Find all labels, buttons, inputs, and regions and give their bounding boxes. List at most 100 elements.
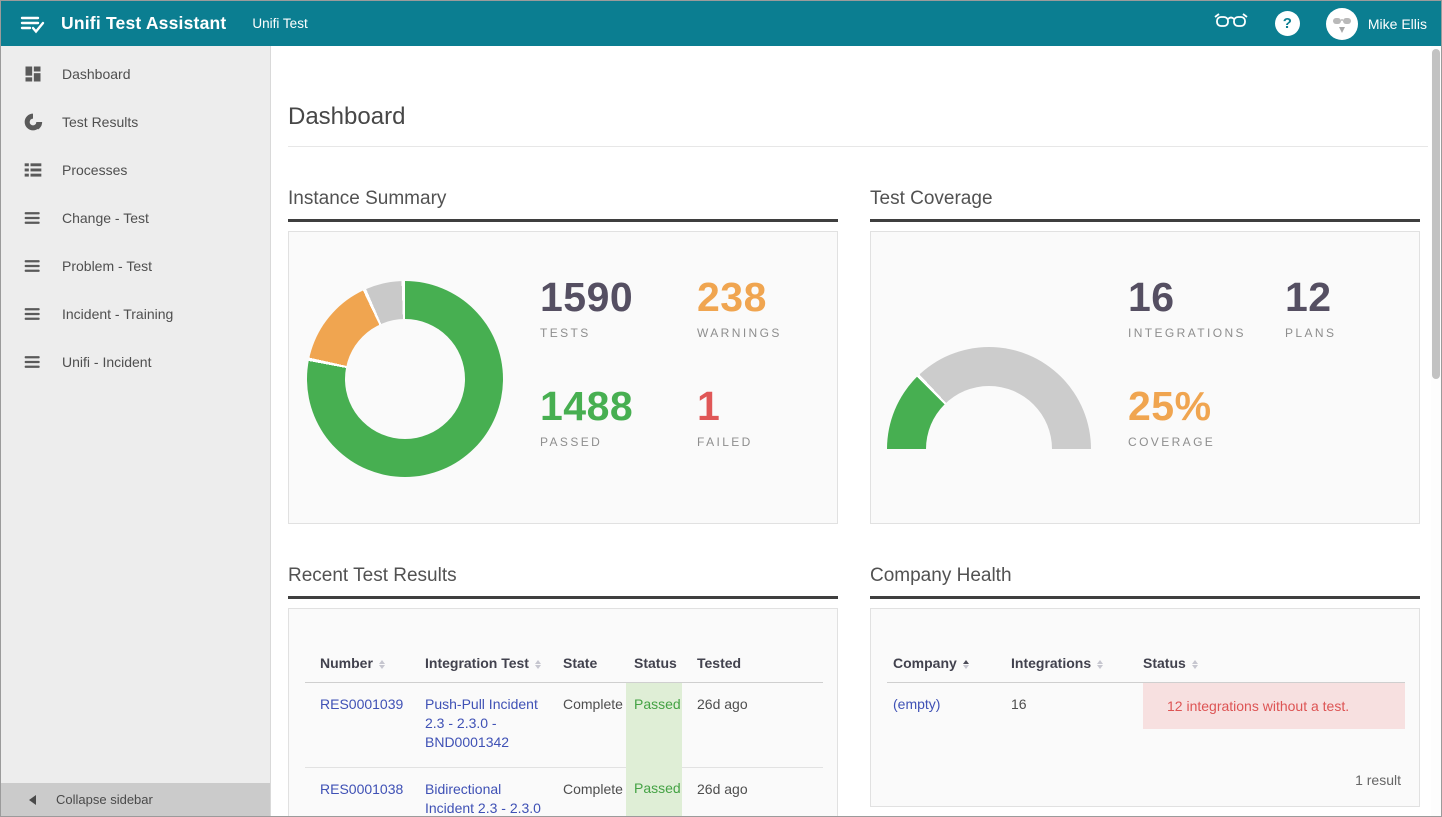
table-row: RES0001038 Bidirectional Incident 2.3 - … — [305, 767, 823, 816]
sidebar-item-unifi-incident[interactable]: Unifi - Incident — [1, 338, 270, 386]
page-title: Dashboard — [288, 102, 1428, 132]
stat-passed-value: 1488 — [540, 383, 697, 429]
sidebar-item-change-test[interactable]: Change - Test — [1, 194, 270, 242]
sort-icon — [1192, 660, 1198, 669]
sidebar-item-test-results[interactable]: Test Results — [1, 98, 270, 146]
sort-icon — [1097, 660, 1103, 669]
sidebar: Dashboard Test Results — [1, 46, 271, 816]
recent-test-results-section: Recent Test Results Number Integration T… — [288, 565, 838, 816]
stat-coverage-value: 25% — [1128, 383, 1285, 429]
collapse-arrow-icon — [29, 795, 36, 805]
stat-integrations-value: 16 — [1128, 274, 1285, 320]
column-header-integrations[interactable]: Integrations — [1005, 645, 1137, 683]
column-header-number[interactable]: Number — [305, 645, 410, 683]
table-row: RES0001039 Push-Pull Incident 2.3 - 2.3.… — [305, 683, 823, 768]
status-badge: Passed — [626, 683, 682, 767]
help-icon[interactable]: ? — [1275, 11, 1300, 36]
column-header-company[interactable]: Company — [887, 645, 1005, 683]
table-row: (empty) 16 12 integrations without a tes… — [887, 683, 1405, 730]
tested-cell: 26d ago — [682, 683, 823, 768]
company-health-heading: Company Health — [870, 565, 1420, 599]
sidebar-item-label: Problem - Test — [62, 258, 152, 274]
vertical-scrollbar[interactable] — [1431, 46, 1441, 816]
stat-passed-label: PASSED — [540, 435, 697, 449]
result-number-link[interactable]: RES0001039 — [320, 696, 403, 712]
stat-integrations: 16 INTEGRATIONS — [1128, 274, 1285, 340]
sidebar-item-incident-training[interactable]: Incident - Training — [1, 290, 270, 338]
topbar: Unifi Test Assistant Unifi Test ? — [1, 1, 1441, 46]
state-cell: Complete — [548, 767, 626, 816]
state-cell: Complete — [548, 683, 626, 768]
result-number-link[interactable]: RES0001038 — [320, 781, 403, 797]
sidebar-item-dashboard[interactable]: Dashboard — [1, 50, 270, 98]
instance-summary-heading: Instance Summary — [288, 188, 838, 222]
stat-tests: 1590 TESTS — [540, 274, 697, 340]
instance-donut-chart — [307, 281, 503, 477]
stat-plans-label: PLANS — [1285, 326, 1336, 340]
dashboard-icon — [23, 64, 43, 84]
lines-icon — [23, 208, 43, 228]
results-count: 1 result — [887, 772, 1403, 790]
sidebar-item-processes[interactable]: Processes — [1, 146, 270, 194]
stat-warnings-label: WARNINGS — [697, 326, 782, 340]
stat-tests-value: 1590 — [540, 274, 697, 320]
recent-test-results-heading: Recent Test Results — [288, 565, 838, 599]
health-status-alert: 12 integrations without a test. — [1143, 683, 1405, 729]
lines-icon — [23, 352, 43, 372]
scrollbar-thumb[interactable] — [1432, 49, 1440, 379]
stat-passed: 1488 PASSED — [540, 383, 697, 449]
sidebar-item-label: Incident - Training — [62, 306, 173, 322]
company-health-card: Company Integrations Status (empty) 16 1… — [870, 608, 1420, 807]
main-content: Dashboard Instance Summary 1590 TESTS — [271, 46, 1431, 816]
coverage-gauge-chart — [887, 347, 1091, 449]
app-title: Unifi Test Assistant — [61, 13, 226, 34]
sidebar-item-label: Test Results — [62, 114, 138, 130]
integration-test-link[interactable]: Bidirectional Incident 2.3 - 2.3.0 — [425, 781, 541, 816]
test-coverage-section: Test Coverage 16 INTEGRATIONS 12 PLANS — [870, 188, 1420, 524]
tested-cell: 26d ago — [682, 767, 823, 816]
sidebar-item-label: Unifi - Incident — [62, 354, 151, 370]
stat-warnings-value: 238 — [697, 274, 782, 320]
stat-coverage-label: COVERAGE — [1128, 435, 1285, 449]
company-health-section: Company Health Company Integrations Stat… — [870, 565, 1420, 807]
stat-failed-label: FAILED — [697, 435, 782, 449]
column-header-status[interactable]: Status — [626, 645, 682, 683]
instance-summary-section: Instance Summary 1590 TESTS 238 WARNINGS — [288, 188, 838, 524]
user-menu[interactable]: Mike Ellis — [1326, 8, 1427, 40]
column-header-integration-test[interactable]: Integration Test — [410, 645, 548, 683]
recent-test-results-card: Number Integration Test State Status Tes… — [288, 608, 838, 816]
sidebar-item-problem-test[interactable]: Problem - Test — [1, 242, 270, 290]
stat-failed: 1 FAILED — [697, 383, 782, 449]
column-header-status[interactable]: Status — [1137, 645, 1405, 683]
sort-icon-active — [963, 660, 969, 669]
pie-chart-icon — [23, 112, 43, 132]
user-name: Mike Ellis — [1368, 16, 1427, 32]
hamburger-check-icon[interactable] — [17, 9, 47, 39]
glasses-icon[interactable] — [1213, 9, 1249, 38]
sort-icon — [379, 660, 385, 669]
sidebar-item-label: Change - Test — [62, 210, 149, 226]
instance-name: Unifi Test — [252, 16, 307, 31]
integration-test-link[interactable]: Push-Pull Incident 2.3 - 2.3.0 - BND0001… — [425, 696, 538, 750]
test-coverage-heading: Test Coverage — [870, 188, 1420, 222]
app-window: Unifi Test Assistant Unifi Test ? — [0, 0, 1442, 817]
avatar — [1326, 8, 1358, 40]
test-coverage-card: 16 INTEGRATIONS 12 PLANS 25% COVERAGE — [870, 231, 1420, 524]
status-badge: Passed — [626, 767, 682, 816]
title-divider — [288, 146, 1428, 147]
sidebar-item-label: Dashboard — [62, 66, 131, 82]
collapse-sidebar-button[interactable]: Collapse sidebar — [1, 783, 270, 816]
company-link[interactable]: (empty) — [893, 696, 940, 712]
lines-icon — [23, 256, 43, 276]
stat-tests-label: TESTS — [540, 326, 697, 340]
lines-icon — [23, 304, 43, 324]
collapse-label: Collapse sidebar — [56, 792, 153, 807]
instance-summary-card: 1590 TESTS 238 WARNINGS 1488 PASSED — [288, 231, 838, 524]
stat-warnings: 238 WARNINGS — [697, 274, 782, 340]
stat-coverage: 25% COVERAGE — [1128, 383, 1285, 449]
column-header-tested[interactable]: Tested — [682, 645, 823, 683]
company-health-table: Company Integrations Status (empty) 16 1… — [887, 645, 1405, 729]
recent-test-results-table: Number Integration Test State Status Tes… — [305, 645, 823, 816]
stat-plans: 12 PLANS — [1285, 274, 1336, 340]
column-header-state[interactable]: State — [548, 645, 626, 683]
